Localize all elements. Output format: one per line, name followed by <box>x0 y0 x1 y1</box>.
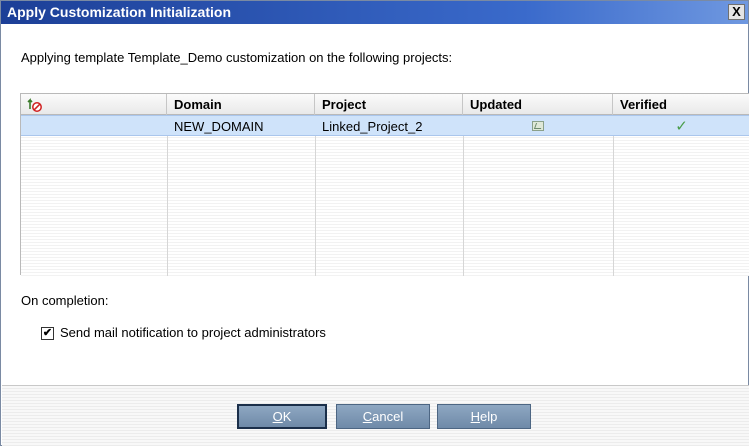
apply-customization-dialog: Apply Customization Initialization X App… <box>0 0 749 446</box>
intro-text: Applying template Template_Demo customiz… <box>21 50 453 65</box>
project-cell: Linked_Project_2 <box>322 119 423 134</box>
ok-button[interactable]: OK <box>237 404 327 429</box>
column-header-domain[interactable]: Domain <box>167 94 315 115</box>
help-label-rest: elp <box>480 409 498 424</box>
cancel-button[interactable]: Cancel <box>336 404 430 429</box>
dialog-title: Apply Customization Initialization <box>7 4 231 20</box>
send-mail-label: Send mail notification to project admini… <box>60 325 326 340</box>
table-row[interactable]: NEW_DOMAIN Linked_Project_2 ✓ <box>21 115 749 136</box>
grid-header: Domain Project Updated Verified <box>21 94 749 115</box>
checkmark-icon: ✔ <box>42 327 53 339</box>
verified-check-icon: ✓ <box>675 118 688 135</box>
help-button[interactable]: Help <box>437 404 531 429</box>
completion-label: On completion: <box>21 293 109 308</box>
title-bar: Apply Customization Initialization X <box>1 1 748 24</box>
domain-cell: NEW_DOMAIN <box>174 119 264 134</box>
verified-cell: ✓ <box>613 116 749 137</box>
column-divider <box>463 115 464 276</box>
ok-mnemonic: O <box>272 409 283 424</box>
sync-cancel-icon <box>27 98 42 112</box>
projects-grid: Domain Project Updated Verified NEW_DOMA… <box>20 93 749 276</box>
cancel-label-rest: ancel <box>372 409 404 424</box>
updated-table-icon <box>532 121 544 131</box>
cancel-mnemonic: C <box>362 409 373 424</box>
help-mnemonic: H <box>470 409 481 424</box>
column-divider <box>167 115 168 276</box>
updated-cell <box>463 116 613 137</box>
column-header-project[interactable]: Project <box>315 94 463 115</box>
send-mail-checkbox[interactable]: ✔ <box>41 327 54 340</box>
button-bar: OK Cancel Help <box>2 385 749 446</box>
close-icon: X <box>732 4 741 19</box>
ok-label-rest: K <box>282 409 292 424</box>
column-divider <box>315 115 316 276</box>
column-divider <box>613 115 614 276</box>
grid-body <box>21 115 749 276</box>
column-header-verified[interactable]: Verified <box>613 94 749 115</box>
close-button[interactable]: X <box>728 4 745 20</box>
column-header-updated[interactable]: Updated <box>463 94 613 115</box>
column-header-icon[interactable] <box>21 94 167 115</box>
